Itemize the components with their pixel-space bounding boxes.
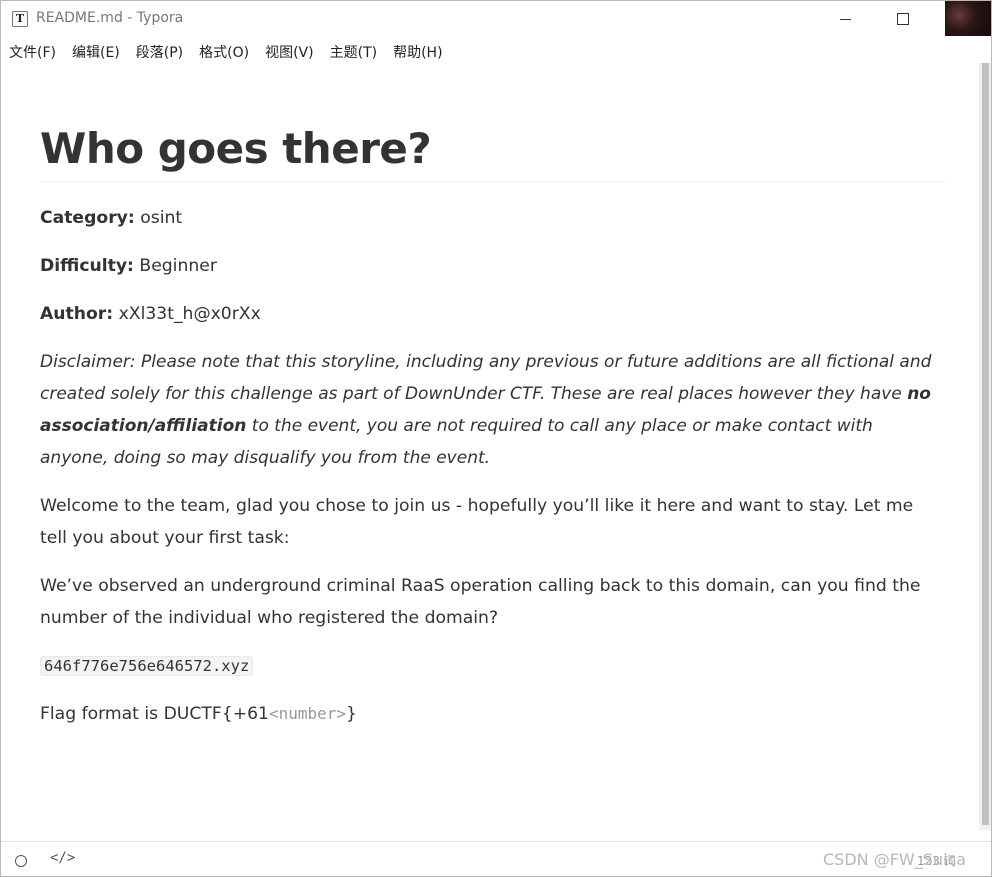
- author-label: Author:: [40, 304, 114, 324]
- author-line: Author: xXl33t_h@x0rXx: [40, 298, 945, 330]
- domain-paragraph: 646f776e756e646572.xyz: [40, 650, 945, 682]
- scrollbar-thumb[interactable]: [982, 63, 989, 825]
- code-icon[interactable]: </>: [50, 850, 75, 866]
- domain-code: 646f776e756e646572.xyz: [40, 656, 254, 676]
- editor-content[interactable]: Who goes there? Category: osint Difficul…: [40, 117, 945, 746]
- category-label: Category:: [40, 208, 135, 228]
- vertical-scrollbar[interactable]: [979, 63, 991, 830]
- author-value: xXl33t_h@x0rXx: [118, 304, 261, 324]
- welcome-paragraph: Welcome to the team, glad you chose to j…: [40, 496, 914, 548]
- category-value: osint: [140, 208, 183, 228]
- category-line: Category: osint: [40, 202, 945, 234]
- csdn-watermark: CSDN @FW_Suica: [823, 850, 967, 869]
- difficulty-value: Beginner: [139, 256, 217, 276]
- menu-format[interactable]: 格式(O): [194, 39, 254, 65]
- window-title: README.md - Typora: [36, 10, 184, 26]
- task-paragraph: We’ve observed an underground criminal R…: [40, 576, 921, 628]
- menu-help[interactable]: 帮助(H): [388, 39, 447, 65]
- difficulty-label: Difficulty:: [40, 256, 134, 276]
- disclaimer-paragraph: Disclaimer: Please note that this storyl…: [40, 346, 945, 474]
- typora-app-icon: T: [12, 11, 28, 27]
- flag-number-placeholder: <number>: [268, 704, 347, 723]
- difficulty-line: Difficulty: Beginner: [40, 250, 945, 282]
- background-thumbnail: [945, 1, 991, 36]
- menu-view[interactable]: 视图(V): [260, 39, 319, 65]
- menu-file[interactable]: 文件(F): [4, 39, 61, 65]
- minimize-button[interactable]: [822, 1, 868, 37]
- menu-edit[interactable]: 编辑(E): [67, 39, 125, 65]
- menu-paragraph[interactable]: 段落(P): [131, 39, 188, 65]
- disclaimer-text-1: Disclaimer: Please note that this storyl…: [40, 352, 932, 404]
- flag-format-prefix: Flag format is DUCTF{+61: [40, 704, 269, 724]
- circle-icon[interactable]: [15, 855, 27, 867]
- menu-theme[interactable]: 主题(T): [325, 39, 382, 65]
- document-heading: Who goes there?: [40, 117, 945, 182]
- menu-bar: 文件(F) 编辑(E) 段落(P) 格式(O) 视图(V) 主题(T) 帮助(H…: [1, 37, 984, 67]
- typora-window: T README.md - Typora 文件(F) 编辑(E) 段落(P) 格…: [0, 0, 992, 877]
- flag-format-paragraph: Flag format is DUCTF{+61<number>}: [40, 698, 945, 730]
- maximize-button[interactable]: [880, 1, 926, 37]
- flag-format-suffix: }: [346, 704, 357, 724]
- title-bar: T README.md - Typora: [1, 1, 991, 37]
- status-bar: </> 123 词 CSDN @FW_Suica: [1, 841, 991, 876]
